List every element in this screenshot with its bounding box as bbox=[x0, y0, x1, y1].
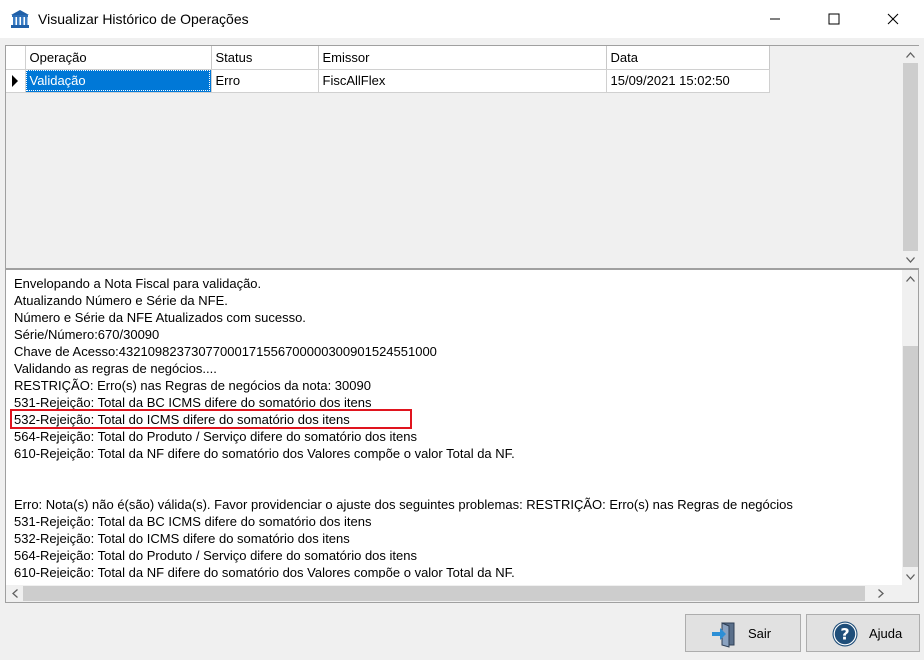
column-header-emissor[interactable]: Emissor bbox=[318, 46, 607, 70]
log-vertical-scrollbar[interactable] bbox=[902, 270, 918, 585]
chevron-up-icon bbox=[906, 51, 915, 58]
minimize-button[interactable] bbox=[752, 0, 798, 38]
cell-operacao[interactable]: Validação bbox=[25, 69, 212, 93]
log-line: 564-Rejeição: Total do Produto / Serviço… bbox=[14, 429, 417, 444]
close-button[interactable] bbox=[870, 0, 916, 38]
log-scroll-left-button[interactable] bbox=[6, 585, 23, 602]
row-indicator bbox=[6, 69, 26, 93]
window-title: Visualizar Histórico de Operações bbox=[38, 11, 249, 27]
scrollbar-corner bbox=[902, 585, 918, 602]
log-horizontal-scrollbar[interactable] bbox=[6, 585, 902, 602]
maximize-button[interactable] bbox=[811, 0, 857, 38]
log-line: Atualizando Número e Série da NFE. bbox=[14, 293, 228, 308]
cell-status[interactable]: Erro bbox=[211, 69, 319, 93]
close-icon bbox=[887, 13, 899, 25]
log-line: Erro: Nota(s) não é(são) válida(s). Favo… bbox=[14, 497, 793, 512]
log-scroll-up-button[interactable] bbox=[902, 270, 918, 287]
highlight-annotation-box bbox=[10, 409, 412, 429]
sair-label: Sair bbox=[748, 626, 772, 641]
ajuda-button[interactable]: ? Ajuda bbox=[806, 614, 920, 652]
exit-door-icon bbox=[712, 622, 735, 648]
chevron-up-icon bbox=[906, 275, 915, 282]
table-row[interactable]: Validação Erro FiscAllFlex 15/09/2021 15… bbox=[6, 69, 770, 93]
grid-scroll-down-button[interactable] bbox=[902, 251, 919, 268]
grid-scroll-thumb[interactable] bbox=[903, 63, 918, 251]
log-line: RESTRIÇÃO: Erro(s) nas Regras de negócio… bbox=[14, 378, 371, 393]
chevron-right-icon bbox=[877, 589, 884, 598]
cell-emissor[interactable]: FiscAllFlex bbox=[318, 69, 607, 93]
title-bar: Visualizar Histórico de Operações bbox=[0, 0, 924, 38]
maximize-icon bbox=[828, 13, 840, 25]
row-indicator-header bbox=[6, 46, 26, 70]
log-memo[interactable]: Envelopando a Nota Fiscal para validação… bbox=[5, 269, 919, 603]
grid-vertical-scrollbar[interactable] bbox=[902, 46, 919, 268]
chevron-down-icon bbox=[906, 256, 915, 263]
cell-data[interactable]: 15/09/2021 15:02:50 bbox=[606, 69, 770, 93]
ajuda-label: Ajuda bbox=[869, 626, 903, 641]
log-line: Envelopando a Nota Fiscal para validação… bbox=[14, 276, 262, 291]
client-area: Operação Status Emissor Data Validação E… bbox=[0, 38, 924, 660]
log-line: Validando as regras de negócios.... bbox=[14, 361, 217, 376]
log-hscroll-thumb[interactable] bbox=[23, 586, 865, 601]
chevron-down-icon bbox=[906, 573, 915, 580]
current-row-arrow-icon bbox=[12, 74, 18, 87]
log-line: 610-Rejeição: Total da NF difere do soma… bbox=[14, 446, 515, 461]
bank-icon bbox=[11, 10, 29, 28]
log-line: Número e Série da NFE Atualizados com su… bbox=[14, 310, 306, 325]
log-line: Chave de Acesso:432109823730770001715567… bbox=[14, 344, 437, 359]
column-header-data[interactable]: Data bbox=[606, 46, 770, 70]
svg-text:?: ? bbox=[840, 625, 849, 644]
log-line: 564-Rejeição: Total do Produto / Serviço… bbox=[14, 548, 417, 563]
log-line: Série/Número:670/30090 bbox=[14, 327, 160, 342]
log-scroll-right-button[interactable] bbox=[872, 585, 889, 602]
log-scroll-thumb[interactable] bbox=[903, 346, 918, 567]
chevron-left-icon bbox=[11, 589, 18, 598]
grid-scroll-up-button[interactable] bbox=[902, 46, 919, 63]
log-line: 532-Rejeição: Total do ICMS difere do so… bbox=[14, 531, 350, 546]
minimize-icon bbox=[770, 18, 780, 20]
log-line: 531-Rejeição: Total da BC ICMS difere do… bbox=[14, 514, 372, 529]
sair-button[interactable]: Sair bbox=[685, 614, 801, 652]
operations-table: Operação Status Emissor Data Validação E… bbox=[6, 46, 770, 93]
operations-grid[interactable]: Operação Status Emissor Data Validação E… bbox=[5, 45, 919, 269]
help-icon: ? bbox=[832, 621, 858, 647]
grid-header-row: Operação Status Emissor Data bbox=[6, 46, 770, 70]
column-header-status[interactable]: Status bbox=[211, 46, 319, 70]
column-header-operacao[interactable]: Operação bbox=[25, 46, 212, 70]
log-line: 610-Rejeição: Total da NF difere do soma… bbox=[14, 565, 515, 578]
log-scroll-down-button[interactable] bbox=[902, 568, 918, 585]
